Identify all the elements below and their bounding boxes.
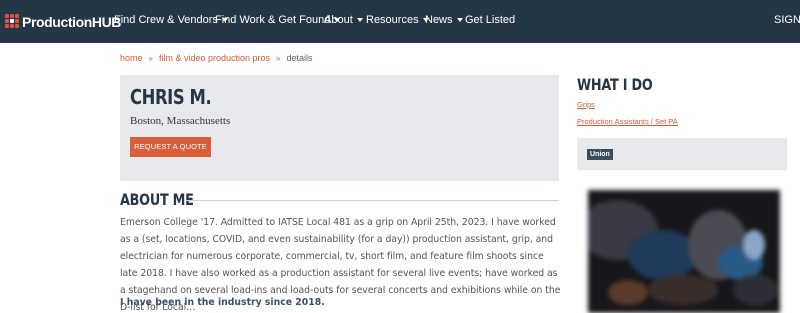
industry-since-text: I have been in the industry since 2018. <box>120 297 325 308</box>
media-preview-image[interactable] <box>588 190 780 313</box>
nav-item-get-listed[interactable]: Get Listed <box>465 14 515 26</box>
service-link-production-assistants[interactable]: Production Assistants / Set PA <box>577 117 678 126</box>
nav-item-about[interactable]: About <box>324 14 363 26</box>
nav-item-label: Find Work & Get Found <box>215 14 331 26</box>
nav-item-find-work[interactable]: Find Work & Get Found <box>215 14 341 26</box>
nav-item-label: Find Crew & Vendors <box>114 14 218 26</box>
breadcrumb-home-link[interactable]: home <box>120 53 143 63</box>
request-quote-button[interactable]: REQUEST A QUOTE <box>130 137 211 157</box>
what-i-do-title: WHAT I DO <box>577 75 653 94</box>
nav-item-label: About <box>324 14 353 26</box>
nav-item-news[interactable]: News <box>425 14 463 26</box>
service-link-grips[interactable]: Grips <box>577 100 595 109</box>
breadcrumb-current: details <box>286 53 313 63</box>
caret-down-icon <box>356 18 363 22</box>
about-title: ABOUT ME <box>120 190 194 209</box>
nav-item-resources[interactable]: Resources <box>366 14 429 26</box>
union-panel: Union <box>577 138 787 170</box>
nav-item-label: Resources <box>366 14 419 26</box>
profile-card: CHRIS M. Boston, Massachusetts REQUEST A… <box>120 75 559 181</box>
breadcrumb-separator: » <box>148 53 153 63</box>
logo-grid-icon <box>5 14 20 29</box>
sign-in-link[interactable]: SIGN I <box>774 14 800 26</box>
breadcrumb-section-link[interactable]: film & video production pros <box>159 53 270 63</box>
caret-down-icon <box>456 18 463 22</box>
about-divider <box>186 200 559 201</box>
nav-item-label: News <box>425 14 453 26</box>
breadcrumb-separator: » <box>276 53 281 63</box>
union-badge: Union <box>587 149 613 160</box>
site-logo[interactable]: ProductionHUB <box>5 13 121 30</box>
nav-item-find-crew[interactable]: Find Crew & Vendors <box>114 14 228 26</box>
profile-name: CHRIS M. <box>130 85 212 109</box>
breadcrumb: home » film & video production pros » de… <box>120 53 313 63</box>
nav-item-label: Get Listed <box>465 14 516 26</box>
logo-text: ProductionHUB <box>22 13 122 30</box>
profile-location: Boston, Massachusetts <box>130 115 231 127</box>
top-navigation: ProductionHUB Find Crew & Vendors Find W… <box>0 0 800 43</box>
